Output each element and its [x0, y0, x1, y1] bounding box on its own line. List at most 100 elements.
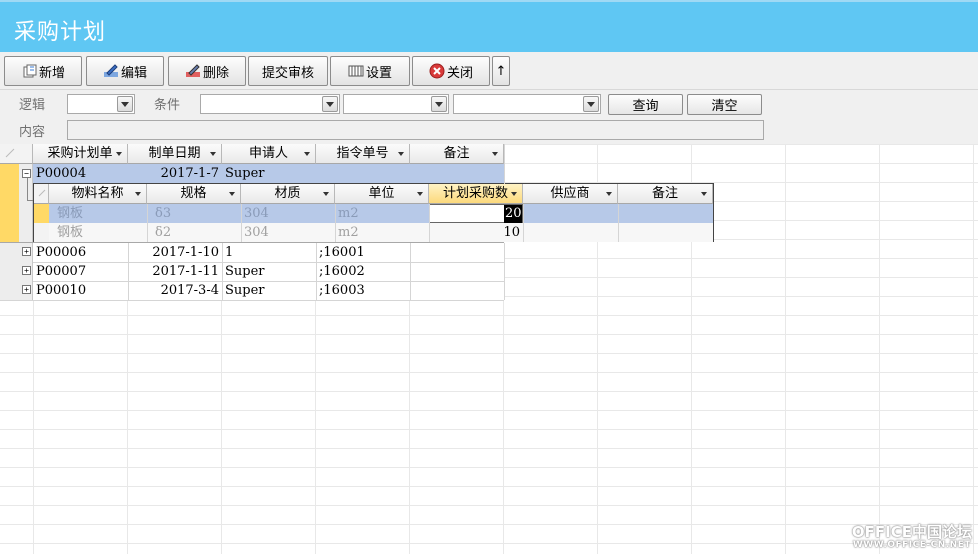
- expand-icon[interactable]: +: [22, 266, 31, 275]
- add-button[interactable]: 新增: [4, 56, 82, 86]
- header-order-no-label: 指令单号: [336, 146, 389, 161]
- detail-note: [618, 205, 713, 224]
- condition-operator-select[interactable]: [343, 94, 449, 114]
- row-applicant: Super: [225, 264, 265, 279]
- dropdown-icon[interactable]: [229, 192, 235, 196]
- detail-header-supplier[interactable]: 供应商: [523, 184, 618, 204]
- filter-panel: 逻辑 条件 查询 清空 内容: [0, 90, 978, 144]
- dropdown-icon[interactable]: [323, 192, 329, 196]
- detail-header-planned-qty[interactable]: 计划采购数: [429, 184, 523, 204]
- row-order-no: ;16002: [319, 264, 365, 279]
- close-button[interactable]: 关闭: [412, 56, 490, 86]
- dropdown-icon[interactable]: [492, 152, 498, 156]
- row-plan-no: P00010: [36, 283, 87, 298]
- close-button-label: 关闭: [446, 65, 473, 81]
- data-grid[interactable]: 采购计划单 制单日期 申请人 指令单号 备注 − P00004 2017-1-7…: [0, 144, 978, 554]
- dropdown-icon[interactable]: [511, 192, 517, 196]
- detail-note: [618, 224, 713, 243]
- dropdown-icon[interactable]: [398, 152, 404, 156]
- column-divider: [504, 144, 505, 184]
- clear-button[interactable]: 清空: [687, 94, 762, 115]
- column-divider: [128, 243, 129, 300]
- delete-button[interactable]: 删除: [168, 56, 246, 86]
- collapse-icon[interactable]: −: [22, 169, 31, 178]
- watermark-title: OFFICE中国论坛: [851, 523, 972, 541]
- detail-unit: m2: [338, 225, 359, 240]
- content-label: 内容: [19, 125, 46, 140]
- dropdown-icon[interactable]: [116, 152, 122, 156]
- row-order-no: ;16003: [319, 283, 365, 298]
- logic-select[interactable]: [67, 94, 135, 114]
- row-note: [410, 244, 504, 263]
- edit-button-label: 编辑: [120, 65, 147, 81]
- edit-pen-icon: [103, 63, 119, 79]
- detail-header-supplier-label: 供应商: [550, 186, 590, 201]
- edit-button[interactable]: 编辑: [86, 56, 164, 86]
- row-plan-no: P00004: [36, 166, 87, 181]
- row-note: [410, 263, 504, 282]
- move-up-button[interactable]: ↑: [492, 56, 510, 86]
- detail-header-material-name[interactable]: 物料名称: [49, 184, 147, 204]
- detail-select-all[interactable]: [34, 184, 49, 204]
- dropdown-icon[interactable]: [606, 192, 612, 196]
- dropdown-icon[interactable]: [210, 152, 216, 156]
- detail-header-material-name-label: 物料名称: [71, 186, 124, 201]
- condition-value-select[interactable]: [453, 94, 601, 114]
- new-document-icon: [21, 63, 37, 79]
- detail-header-unit[interactable]: 单位: [335, 184, 429, 204]
- detail-header-spec[interactable]: 规格: [147, 184, 241, 204]
- detail-row-selector[interactable]: [34, 223, 49, 242]
- row-note: [410, 282, 504, 301]
- dropdown-icon[interactable]: [135, 192, 141, 196]
- chevron-down-icon[interactable]: [431, 96, 447, 112]
- watermark-logo: OFFICE中国论坛 WWW.OFFICE-CN.NET: [852, 524, 972, 550]
- row-date: 2017-3-4: [160, 283, 219, 298]
- condition-field-select[interactable]: [200, 94, 340, 114]
- chevron-down-icon[interactable]: [583, 96, 599, 112]
- detail-current-row-indicator[interactable]: [34, 204, 49, 223]
- delete-button-label: 删除: [202, 65, 229, 81]
- row-plan-no: P00006: [36, 245, 87, 260]
- settings-grid-icon: [348, 63, 364, 79]
- detail-header-note[interactable]: 备注: [618, 184, 713, 204]
- dropdown-icon[interactable]: [701, 192, 707, 196]
- detail-header-material-label: 材质: [274, 186, 301, 201]
- header-note-label: 备注: [443, 146, 470, 161]
- add-button-label: 新增: [38, 65, 65, 81]
- column-divider: [504, 243, 505, 300]
- header-note[interactable]: 备注: [410, 144, 504, 164]
- dropdown-icon[interactable]: [417, 192, 423, 196]
- column-divider: [241, 204, 242, 242]
- detail-planned-qty: 10: [503, 225, 520, 240]
- submit-review-button[interactable]: 提交审核: [248, 56, 328, 86]
- header-plan-no[interactable]: 采购计划单: [33, 144, 128, 164]
- column-divider: [523, 204, 524, 242]
- header-applicant[interactable]: 申请人: [222, 144, 316, 164]
- query-button[interactable]: 查询: [608, 94, 683, 115]
- detail-material: 304: [244, 206, 269, 221]
- watermark-url: WWW.OFFICE-CN.NET: [852, 540, 972, 550]
- select-all-corner[interactable]: [0, 144, 33, 164]
- current-row-indicator[interactable]: [0, 164, 19, 242]
- column-divider: [410, 243, 411, 300]
- detail-header-material[interactable]: 材质: [241, 184, 335, 204]
- detail-material-name: 钢板: [57, 225, 84, 240]
- expand-icon[interactable]: +: [22, 247, 31, 256]
- row-note: [410, 165, 504, 184]
- detail-planned-qty[interactable]: 20: [504, 205, 522, 224]
- column-divider: [335, 204, 336, 242]
- detail-supplier: [523, 205, 618, 224]
- dropdown-icon[interactable]: [304, 152, 310, 156]
- expand-icon[interactable]: +: [22, 285, 31, 294]
- header-order-no[interactable]: 指令单号: [316, 144, 410, 164]
- condition-label: 条件: [154, 98, 181, 113]
- column-divider: [429, 204, 430, 242]
- detail-header-spec-label: 规格: [180, 186, 207, 201]
- up-arrow-icon: ↑: [495, 63, 507, 79]
- chevron-down-icon[interactable]: [322, 96, 338, 112]
- settings-button[interactable]: 设置: [330, 56, 410, 86]
- header-date[interactable]: 制单日期: [128, 144, 222, 164]
- content-input[interactable]: [67, 120, 764, 140]
- header-applicant-label: 申请人: [248, 146, 288, 161]
- chevron-down-icon[interactable]: [117, 96, 133, 112]
